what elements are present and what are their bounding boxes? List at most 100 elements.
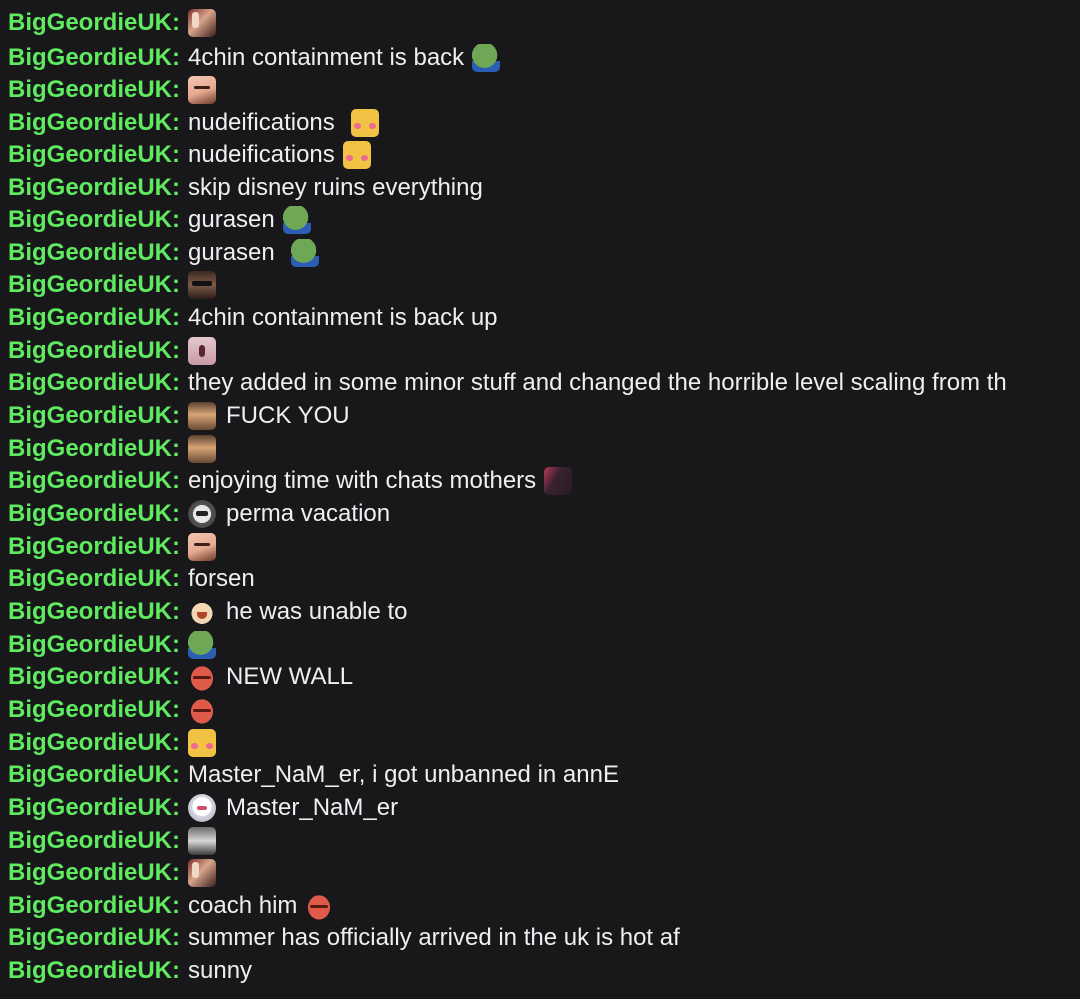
chat-message-text: forsen — [188, 565, 255, 592]
chat-username[interactable]: BigGeordieUK — [8, 401, 172, 431]
chat-message: BigGeordieUK: — [8, 826, 217, 856]
chat-message-text: 4chin containment is back up — [188, 304, 498, 331]
chat-separator: : — [172, 957, 181, 984]
chat-username[interactable]: BigGeordieUK — [8, 532, 172, 562]
chat-message: BigGeordieUK: — [8, 630, 217, 660]
blush-emote-icon[interactable] — [188, 729, 217, 757]
chat-username[interactable]: BigGeordieUK — [8, 826, 172, 856]
chat-message: BigGeordieUK: they added in some minor st… — [8, 368, 1007, 398]
chat-message: BigGeordieUK: — [8, 695, 217, 725]
chat-message: BigGeordieUK: — [8, 8, 217, 38]
blush-emote-icon[interactable] — [342, 141, 371, 169]
chat-message: BigGeordieUK: gurasen — [8, 205, 311, 235]
laugh-emote-icon[interactable] — [188, 598, 217, 626]
chat-message-text: nudeifications — [188, 141, 335, 168]
chat-message: BigGeordieUK:4chin containment is back u… — [8, 303, 498, 333]
chat-separator: : — [172, 696, 181, 723]
chat-username[interactable]: BigGeordieUK — [8, 238, 172, 268]
chat-separator: : — [172, 271, 181, 298]
gray-face-emote-icon[interactable] — [188, 500, 217, 528]
lips-emote-icon[interactable] — [188, 663, 217, 691]
chat-separator: : — [172, 9, 181, 36]
chat-message-text: they added in some minor stuff and chang… — [188, 369, 1007, 396]
chat-message: BigGeordieUK: forsen — [8, 564, 255, 594]
chat-username[interactable]: BigGeordieUK — [8, 662, 172, 692]
chat-message: BigGeordieUK: nudeifications — [8, 140, 371, 170]
chat-username[interactable]: BigGeordieUK — [8, 597, 172, 627]
chat-separator: : — [172, 565, 181, 592]
chat-username[interactable]: BigGeordieUK — [8, 140, 172, 170]
chat-separator: : — [172, 402, 181, 429]
chat-message: BigGeordieUK: gurasen — [8, 238, 319, 268]
sunglasses-emote-icon[interactable] — [188, 271, 217, 299]
chat-separator: : — [172, 304, 181, 331]
chat-message: BigGeordieUK: — [8, 270, 217, 300]
chat-separator: : — [172, 761, 181, 788]
face-emote-icon[interactable] — [188, 533, 217, 561]
pepe-emote-icon[interactable] — [188, 631, 217, 659]
chat-username[interactable]: BigGeordieUK — [8, 336, 172, 366]
chat-username[interactable]: BigGeordieUK — [8, 695, 172, 725]
stack-emote-icon[interactable] — [188, 827, 217, 855]
chat-username[interactable]: BigGeordieUK — [8, 205, 172, 235]
chat-username[interactable]: BigGeordieUK — [8, 499, 172, 529]
chat-username[interactable]: BigGeordieUK — [8, 891, 172, 921]
lips-emote-icon[interactable] — [188, 696, 217, 724]
lips-emote-icon[interactable] — [305, 892, 334, 920]
chat-separator: : — [172, 598, 181, 625]
chat-separator: : — [172, 729, 181, 756]
chat-username[interactable]: BigGeordieUK — [8, 466, 172, 496]
chat-username[interactable]: BigGeordieUK — [8, 858, 172, 888]
chat-message: BigGeordieUK: summer has officially arriv… — [8, 923, 680, 953]
chat-message: BigGeordieUK: perma vacation — [8, 499, 390, 529]
chat-username[interactable]: BigGeordieUK — [8, 434, 172, 464]
chat-message: BigGeordieUK: — [8, 858, 217, 888]
chat-separator: : — [172, 435, 181, 462]
chat-separator: : — [172, 174, 181, 201]
face-emote-icon[interactable] — [188, 76, 217, 104]
dark-face-emote-icon[interactable] — [544, 467, 573, 495]
chat-username[interactable]: BigGeordieUK — [8, 760, 172, 790]
chat-separator: : — [172, 663, 181, 690]
peace-sign-emote-icon[interactable] — [188, 9, 217, 37]
chat-username[interactable]: BigGeordieUK — [8, 43, 172, 73]
chat-username[interactable]: BigGeordieUK — [8, 303, 172, 333]
chat-username[interactable]: BigGeordieUK — [8, 956, 172, 986]
chat-username[interactable]: BigGeordieUK — [8, 368, 172, 398]
chat-message-text: Master_NaM_er, i got unbanned in annE — [188, 761, 619, 788]
chat-username[interactable]: BigGeordieUK — [8, 793, 172, 823]
pepe-emote-icon[interactable] — [290, 239, 319, 267]
chat-username[interactable]: BigGeordieUK — [8, 630, 172, 660]
chat-username[interactable]: BigGeordieUK — [8, 75, 172, 105]
chat-separator: : — [172, 467, 181, 494]
chat-username[interactable]: BigGeordieUK — [8, 173, 172, 203]
wall-emote-icon[interactable] — [188, 402, 217, 430]
chat-message: BigGeordieUK: skip disney ruins everythin… — [8, 173, 483, 203]
peace-sign-emote-icon[interactable] — [188, 859, 217, 887]
pepe-emote-icon[interactable] — [282, 206, 311, 234]
chat-username[interactable]: BigGeordieUK — [8, 564, 172, 594]
chat-username[interactable]: BigGeordieUK — [8, 270, 172, 300]
pepe-emote-icon[interactable] — [472, 44, 501, 72]
chat-separator: : — [172, 631, 181, 658]
chat-username[interactable]: BigGeordieUK — [8, 728, 172, 758]
chat-username[interactable]: BigGeordieUK — [8, 8, 172, 38]
chat-username[interactable]: BigGeordieUK — [8, 923, 172, 953]
chat-message-text: nudeifications — [188, 109, 335, 136]
wall-emote-icon[interactable] — [188, 435, 217, 463]
chat-separator: : — [172, 206, 181, 233]
chat-message: BigGeordieUK: he was unable to — [8, 597, 407, 627]
anime-emote-icon[interactable] — [188, 794, 217, 822]
chat-message: BigGeordieUK: nudeifications — [8, 108, 379, 138]
chat-separator: : — [172, 239, 181, 266]
pink-face-emote-icon[interactable] — [188, 337, 217, 365]
chat-separator: : — [172, 369, 181, 396]
chat-message-text: skip disney ruins everything — [188, 174, 483, 201]
chat-message: BigGeordieUK: enjoying time with chats mo… — [8, 466, 573, 496]
chat-separator: : — [172, 109, 181, 136]
chat-username[interactable]: BigGeordieUK — [8, 108, 172, 138]
chat-separator: : — [172, 794, 181, 821]
chat-message: BigGeordieUK: sunny — [8, 956, 252, 986]
blush-emote-icon[interactable] — [350, 109, 379, 137]
chat-message-text: gurasen — [188, 239, 275, 266]
